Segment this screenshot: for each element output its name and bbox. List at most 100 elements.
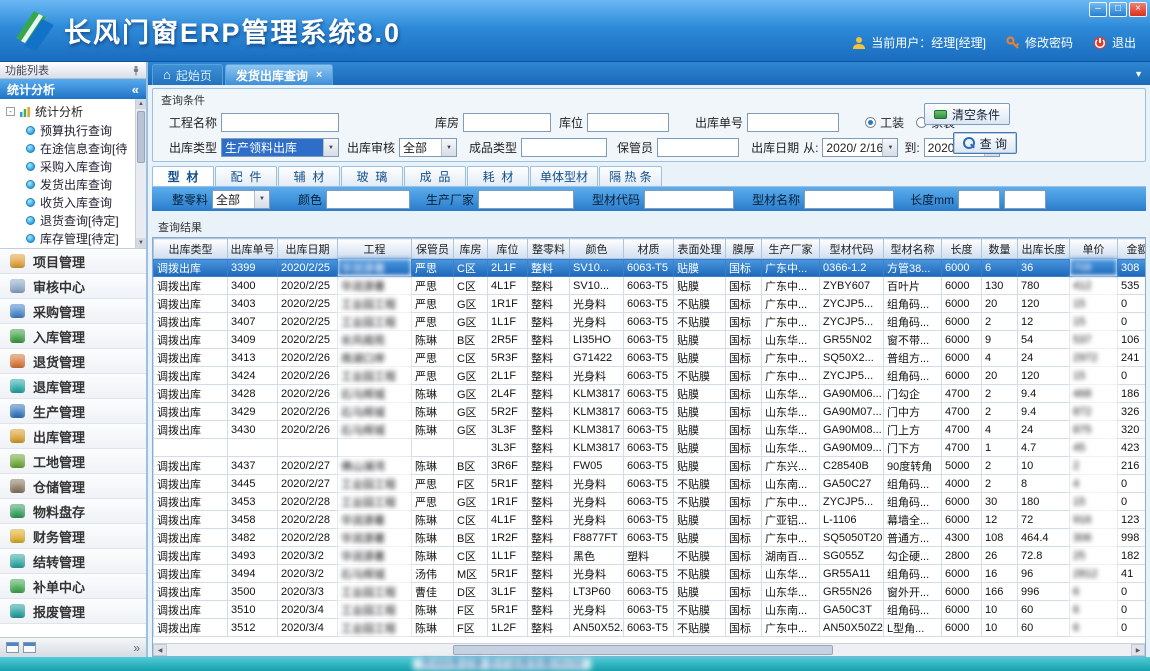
logout-button[interactable]: 退出 [1112,34,1136,51]
column-header-13[interactable]: 型材代码 [820,239,884,259]
table-row[interactable]: 调拨出库34132020/2/26南湖口岸严思C区5R3F整料G71422606… [154,349,1146,367]
tree-item-3[interactable]: 发货出库查询 [6,175,134,193]
tab-1[interactable]: 发货出库查询× [225,64,333,85]
column-header-6[interactable]: 库位 [488,239,528,259]
table-row[interactable]: 调拨出库33992020/2/25华润源著严思C区2L1F整料SV10...60… [154,259,1146,277]
minimize-button[interactable]: – [1089,2,1107,17]
table-row[interactable]: 调拨出库34942020/3/2石马辉城汤伟M区5R1F整料光身料6063-T5… [154,565,1146,583]
sidebar-item-5[interactable]: 退库管理 [0,374,146,399]
sidebar-item-14[interactable]: 报废管理 [0,599,146,624]
tree-item-1[interactable]: 在途信息查询[待 [6,139,134,157]
sidebar-item-4[interactable]: 退货管理 [0,349,146,374]
product-type-input[interactable] [521,138,607,157]
material-tab-3[interactable]: 玻 璃 [341,166,403,186]
tab-0[interactable]: ⌂起始页 [152,64,223,85]
close-button[interactable]: × [1129,2,1147,17]
table-row[interactable]: 调拨出库34072020/2/25工业园工程严思G区1L1F整料光身料6063-… [154,313,1146,331]
column-header-4[interactable]: 保管员 [412,239,454,259]
column-header-16[interactable]: 数量 [982,239,1018,259]
clear-conditions-button[interactable]: 清空条件 [924,103,1010,125]
column-header-14[interactable]: 型材名称 [884,239,942,259]
sidebar-item-13[interactable]: 补单中心 [0,574,146,599]
project-name-input[interactable] [221,113,339,132]
sidebar-item-3[interactable]: 入库管理 [0,324,146,349]
panel-view-icon[interactable] [6,642,19,653]
table-row[interactable]: 调拨出库34282020/2/26石马辉城陈琳G区2L4F整料KLM381760… [154,385,1146,403]
table-row[interactable]: 调拨出库34582020/2/28华润源著陈琳C区4L1F整料光身料6063-T… [154,511,1146,529]
column-header-3[interactable]: 工程 [338,239,412,259]
scroll-up-icon[interactable]: ▲ [136,99,146,109]
material-tab-6[interactable]: 单体型材 [530,166,598,186]
column-header-2[interactable]: 出库日期 [278,239,338,259]
material-tab-1[interactable]: 配 件 [215,166,277,186]
table-row[interactable]: 3L3F整料KLM38176063-T5贴膜国标山东华...GA90M09...… [154,439,1146,457]
scroll-left-icon[interactable]: ◀ [153,644,167,656]
keeper-input[interactable] [657,138,739,157]
table-row[interactable]: 调拨出库34092020/2/25长风阁苑陈琳B区2R5F整料LI35HO606… [154,331,1146,349]
material-tab-4[interactable]: 成 品 [404,166,466,186]
sidebar-item-7[interactable]: 出库管理 [0,424,146,449]
length-max-input[interactable] [1004,190,1046,209]
sidebar-item-6[interactable]: 生产管理 [0,399,146,424]
sidebar-item-11[interactable]: 财务管理 [0,524,146,549]
scroll-down-icon[interactable]: ▼ [136,238,146,248]
column-header-17[interactable]: 出库长度 [1018,239,1070,259]
table-row[interactable]: 调拨出库34032020/2/25工业园工程严思G区1R1F整料光身料6063-… [154,295,1146,313]
table-row[interactable]: 调拨出库34002020/2/25华润源著严思C区4L1F整料SV10...60… [154,277,1146,295]
sidebar-item-2[interactable]: 采购管理 [0,299,146,324]
color-input[interactable] [326,190,410,209]
out-type-select[interactable]: 生产领料出库 ▼ [221,138,339,157]
column-header-19[interactable]: 金额 [1118,239,1146,259]
tree-root[interactable]: - 统计分析 [6,102,134,121]
material-tab-0[interactable]: 型 材 [152,166,214,186]
column-header-11[interactable]: 膜厚 [726,239,762,259]
sidebar-item-1[interactable]: 审核中心 [0,274,146,299]
table-row[interactable]: 调拨出库35102020/3/4工业园工程陈琳F区5R1F整料光身料6063-T… [154,601,1146,619]
warehouse-input[interactable] [463,113,551,132]
sidebar-item-10[interactable]: 物料盘存 [0,499,146,524]
table-row[interactable]: 调拨出库34292020/2/26石马辉城陈琳G区5R2F整料KLM381760… [154,403,1146,421]
scrollbar-thumb[interactable] [453,645,833,655]
tree-item-6[interactable]: 库存管理[待定] [6,229,134,247]
column-header-7[interactable]: 整零料 [528,239,570,259]
sidebar-item-0[interactable]: 项目管理 [0,249,146,274]
radio-gongzhuang[interactable] [865,117,876,128]
table-row[interactable]: 调拨出库34822020/2/28华润源著陈琳B区1R2F整料F8877FT60… [154,529,1146,547]
date-from-picker[interactable]: 2020/ 2/16 ▼ [822,138,898,157]
chevron-down-icon[interactable]: ▼ [441,139,456,156]
change-password-link[interactable]: 修改密码 [1025,34,1073,51]
table-row[interactable]: 调拨出库34302020/2/26石马辉城陈琳G区3L3F整料KLM381760… [154,421,1146,439]
tree-scroll-thumb[interactable] [137,111,145,163]
material-tab-5[interactable]: 耗 材 [467,166,529,186]
stats-panel-header[interactable]: 统计分析 « [0,79,146,99]
profile-name-input[interactable] [804,190,894,209]
chevron-down-icon[interactable]: ▼ [323,139,338,156]
column-header-18[interactable]: 单价 [1070,239,1118,259]
collapse-icon[interactable]: « [132,82,139,97]
length-min-input[interactable] [958,190,1000,209]
horizontal-scrollbar[interactable]: ◀ ▶ [153,643,1145,656]
table-row[interactable]: 调拨出库35122020/3/4工业园工程陈琳F区1L2F整料AN50X52..… [154,619,1146,637]
table-row[interactable]: 调拨出库35002020/3/3工业园工程曹佳D区3L1F整料LT3P60606… [154,583,1146,601]
scroll-right-icon[interactable]: ▶ [1131,644,1145,656]
table-row[interactable]: 调拨出库34372020/2/27佛山澜湾陈琳B区3R6F整料FW056063-… [154,457,1146,475]
tree-item-5[interactable]: 退货查询[待定] [6,211,134,229]
sidebar-item-9[interactable]: 仓储管理 [0,474,146,499]
pin-icon[interactable] [131,65,141,76]
material-tab-2[interactable]: 辅 材 [278,166,340,186]
tree-item-0[interactable]: 预算执行查询 [6,121,134,139]
whole-part-select[interactable]: 全部 ▼ [212,190,270,209]
chevron-down-icon[interactable]: ▼ [882,139,897,156]
column-header-15[interactable]: 长度 [942,239,982,259]
sidebar-item-8[interactable]: 工地管理 [0,449,146,474]
column-header-0[interactable]: 出库类型 [154,239,228,259]
table-row[interactable]: 调拨出库34242020/2/26工业园工程严思G区2L1F整料光身料6063-… [154,367,1146,385]
sidebar-item-12[interactable]: 结转管理 [0,549,146,574]
order-no-input[interactable] [747,113,839,132]
table-row[interactable]: 调拨出库34932020/3/2华润源著陈琳C区1L1F整料黑色塑料不贴膜国标湖… [154,547,1146,565]
maximize-button[interactable]: □ [1109,2,1127,17]
table-row[interactable]: 调拨出库34532020/2/28工业园工程严思G区1R1F整料光身料6063-… [154,493,1146,511]
expander-icon[interactable]: - [6,107,15,116]
list-view-icon[interactable] [23,642,36,653]
tab-close-icon[interactable]: × [316,69,322,81]
